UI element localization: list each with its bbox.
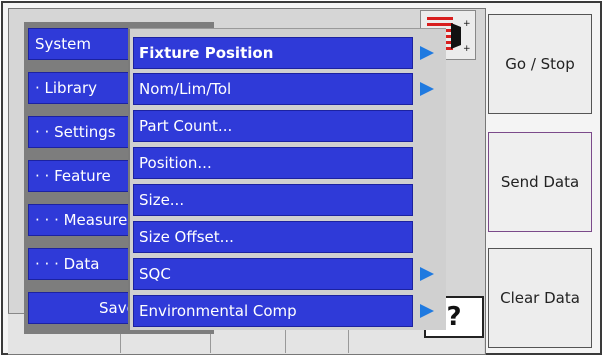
- clear-data-button[interactable]: Clear Data: [488, 248, 592, 348]
- svg-text:+: +: [463, 19, 471, 29]
- menu-item-label: · · Feature: [35, 167, 111, 185]
- submenu-arrow-icon: [420, 46, 434, 60]
- submenu-item-part-count[interactable]: Part Count...: [133, 110, 413, 142]
- menu-item-label: · · Settings: [35, 123, 116, 141]
- menu-item-label: System: [35, 35, 91, 53]
- submenu-item-fixture-position[interactable]: Fixture Position: [133, 37, 413, 69]
- help-icon: ?: [446, 302, 462, 332]
- submenu-item-label: Part Count...: [139, 117, 233, 135]
- submenu-item-label: Size...: [139, 191, 185, 209]
- go-stop-button[interactable]: Go / Stop: [488, 14, 592, 114]
- go-stop-label: Go / Stop: [505, 55, 575, 73]
- clear-data-label: Clear Data: [500, 289, 580, 307]
- submenu-item-label: Environmental Comp: [139, 302, 297, 320]
- menu-item-label: · Library: [35, 79, 97, 97]
- submenu-item-nom-lim-tol[interactable]: Nom/Lim/Tol: [133, 73, 413, 105]
- submenu-arrow-icon: [420, 82, 434, 96]
- send-data-button[interactable]: Send Data: [488, 132, 592, 232]
- submenu-item-label: Size Offset...: [139, 228, 234, 246]
- send-data-label: Send Data: [500, 173, 580, 191]
- submenu-item-sqc[interactable]: SQC: [133, 258, 413, 290]
- submenu-item-size[interactable]: Size...: [133, 184, 413, 216]
- submenu-arrow-icon: [420, 304, 434, 318]
- submenu-item-label: SQC: [139, 265, 171, 283]
- data-submenu: Fixture Position Nom/Lim/Tol Part Count.…: [128, 28, 446, 330]
- submenu-item-label: Nom/Lim/Tol: [139, 80, 232, 98]
- submenu-arrow-icon: [420, 267, 434, 281]
- submenu-item-label: Fixture Position: [139, 44, 274, 62]
- submenu-item-size-offset[interactable]: Size Offset...: [133, 221, 413, 253]
- svg-text:+: +: [463, 44, 471, 54]
- menu-item-label: · · · Data: [35, 255, 100, 273]
- submenu-item-label: Position...: [139, 154, 212, 172]
- submenu-item-environmental-comp[interactable]: Environmental Comp: [133, 295, 413, 327]
- submenu-item-position[interactable]: Position...: [133, 147, 413, 179]
